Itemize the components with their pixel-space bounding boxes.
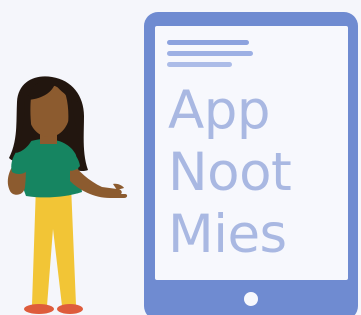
person-illustration [7, 76, 128, 314]
person-pants [32, 185, 76, 306]
tablet-screen-text: App Noot Mies [168, 80, 338, 266]
app-noot-mies-illustration: App Noot Mies [0, 0, 361, 315]
person-shoe-left [24, 304, 54, 314]
circle-button-icon [244, 292, 258, 306]
person-shoe-right [57, 304, 83, 314]
screen-text-line-2: Noot [168, 142, 292, 203]
screen-text-line-3: Mies [168, 204, 287, 265]
screen-text-line-1: App [168, 80, 271, 141]
